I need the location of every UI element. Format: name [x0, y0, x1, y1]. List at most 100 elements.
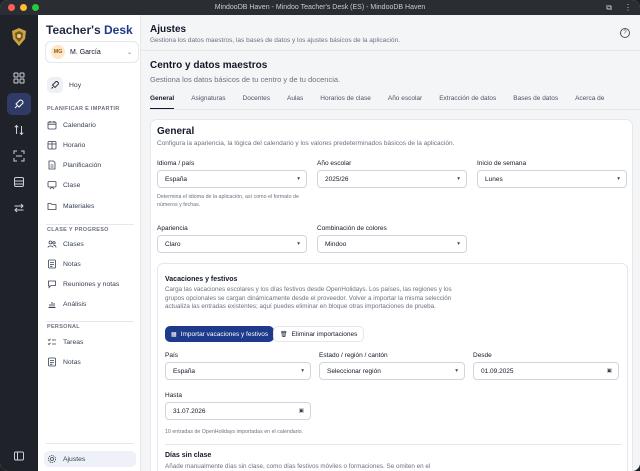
sidebar-item-ajustes[interactable]: Ajustes [44, 451, 136, 467]
calendar-icon: ▣ [298, 408, 304, 414]
sidebar-item-reuniones[interactable]: Reuniones y notas [44, 276, 136, 292]
sidebar-item-clases[interactable]: Clases [44, 236, 136, 252]
sidebar-item-calendario[interactable]: Calendario [44, 117, 136, 133]
tab-aulas[interactable]: Aulas [287, 95, 303, 109]
user-switcher[interactable]: MG M. García ⌄ [45, 41, 139, 63]
sidebar-item-materiales[interactable]: Materiales [44, 198, 136, 214]
rail-dashboard-button[interactable] [7, 67, 31, 89]
rail-scan-button[interactable] [7, 145, 31, 167]
sidebar-divider [46, 224, 134, 225]
import-holidays-label: Importar vacaciones y festivos [180, 330, 269, 338]
sort-arrows-icon [14, 124, 24, 136]
main-content: Ajustes Gestiona los datos maestros, las… [141, 15, 640, 471]
school-year-label: Año escolar [317, 160, 352, 167]
language-select[interactable]: España ▾ [157, 170, 307, 188]
rail-teachersdesk-button[interactable] [7, 93, 31, 115]
chevron-down-icon: ▾ [297, 241, 300, 247]
sidebar-item-tareas[interactable]: Tareas [44, 334, 136, 350]
tab-horarios[interactable]: Horarios de clase [320, 95, 371, 109]
folder-icon [47, 201, 57, 211]
window-layout-icon[interactable]: ⧉ [606, 3, 612, 13]
tab-asignaturas[interactable]: Asignaturas [191, 95, 225, 109]
appearance-value: Claro [165, 240, 181, 248]
sidebar-divider [46, 321, 134, 322]
transfer-icon [14, 203, 24, 213]
chevron-down-icon: ▾ [301, 368, 304, 374]
more-icon[interactable]: ⋮ [624, 3, 632, 13]
tab-docentes[interactable]: Docentes [243, 95, 270, 109]
appearance-label: Apariencia [157, 225, 188, 232]
to-date-input[interactable]: 31.07.2026 ▣ [165, 402, 311, 420]
week-start-select[interactable]: Lunes ▾ [477, 170, 627, 188]
rocket-icon [47, 77, 63, 93]
holidays-card: Vacaciones y festivos Carga las vacacion… [157, 263, 628, 471]
rail-toggle-sidebar-button[interactable] [7, 445, 31, 467]
subcard-divider [165, 444, 622, 445]
imported-count-text: 10 entradas de OpenHolidays importadas e… [165, 429, 304, 435]
app-brand: Teacher's Desk [46, 23, 133, 37]
section-title: Centro y datos maestros [150, 60, 268, 71]
sidebar-item-hoy[interactable]: Hoy [44, 77, 136, 93]
rail-sync-button[interactable] [7, 119, 31, 141]
notes-icon [47, 259, 57, 269]
sidebar-icon [14, 451, 24, 461]
import-holidays-button[interactable]: ▦ Importar vacaciones y festivos [165, 326, 275, 342]
section-subtitle: Gestiona los datos básicos de tu centro … [150, 75, 341, 84]
app-window: MindooDB Haven - Mindoo Teacher's Desk (… [0, 0, 640, 471]
sidebar-item-label: Tareas [63, 338, 84, 346]
sidebar-item-label: Reuniones y notas [63, 280, 120, 288]
country-select[interactable]: España ▾ [165, 362, 311, 380]
sidebar-item-label: Horario [63, 141, 86, 149]
chevron-down-icon: ▾ [297, 176, 300, 182]
no-class-days-description: Añade manualmente días sin clase, como d… [165, 463, 431, 470]
school-year-select[interactable]: 2025/26 ▾ [317, 170, 467, 188]
from-date-value: 01.09.2025 [481, 367, 514, 375]
appearance-select[interactable]: Claro ▾ [157, 235, 307, 253]
holidays-title: Vacaciones y festivos [165, 276, 238, 283]
language-value: España [165, 175, 188, 183]
sidebar-item-label: Análisis [63, 300, 87, 308]
help-icon[interactable]: ? [620, 28, 630, 38]
sidebar-item-label: Notas [63, 358, 81, 366]
sidebar-divider [46, 443, 134, 444]
user-name: M. García [70, 48, 101, 56]
rail-database-button[interactable] [7, 171, 31, 193]
sidebar-item-label: Ajustes [63, 455, 86, 463]
tab-bases-datos[interactable]: Bases de datos [513, 95, 558, 109]
sidebar-item-horario[interactable]: Horario [44, 137, 136, 153]
to-date-label: Hasta [165, 392, 182, 399]
icon-rail [0, 15, 38, 471]
notes-icon [47, 357, 57, 367]
rail-transfer-button[interactable] [7, 197, 31, 219]
sidebar-item-label: Clase [63, 181, 81, 189]
sidebar-item-clase[interactable]: Clase [44, 177, 136, 193]
sidebar-item-label: Calendario [63, 121, 96, 129]
chart-icon [47, 299, 57, 309]
region-select[interactable]: Seleccionar región ▾ [319, 362, 465, 380]
chevron-down-icon: ▾ [617, 176, 620, 182]
page-subtitle: Gestiona los datos maestros, las bases d… [150, 37, 401, 44]
from-date-label: Desde [473, 352, 492, 359]
sidebar-item-analisis[interactable]: Análisis [44, 296, 136, 312]
language-help: Determina el idioma de la aplicación, as… [157, 194, 299, 208]
database-icon [14, 177, 24, 187]
window-title: MindooDB Haven - Mindoo Teacher's Desk (… [214, 4, 426, 11]
color-scheme-select[interactable]: Mindoo ▾ [317, 235, 467, 253]
sidebar-item-label: Materiales [63, 202, 95, 210]
tab-general[interactable]: General [150, 95, 175, 109]
sidebar-item-notas-personales[interactable]: Notas [44, 354, 136, 370]
sidebar-item-planificacion[interactable]: Planificación [44, 157, 136, 173]
calendar-icon: ▣ [606, 368, 612, 374]
language-label: Idioma / país [157, 160, 195, 167]
section-clase-progreso: CLASE Y PROGRESO [47, 227, 109, 233]
tab-acerca[interactable]: Acerca de [575, 95, 604, 109]
tab-extraccion[interactable]: Extracción de datos [439, 95, 496, 109]
settings-tabs: General Asignaturas Docentes Aulas Horar… [150, 95, 604, 109]
sidebar-item-label: Hoy [69, 81, 82, 89]
from-date-input[interactable]: 01.09.2025 ▣ [473, 362, 619, 380]
holidays-description: Carga las vacaciones escolares y los día… [165, 286, 452, 311]
delete-imports-button[interactable]: 🗑 Eliminar importaciones [273, 326, 365, 342]
tab-ano-escolar[interactable]: Año escolar [388, 95, 422, 109]
sidebar-item-notas[interactable]: Notas [44, 256, 136, 272]
brand-part-teachers: Teacher's [46, 23, 101, 37]
